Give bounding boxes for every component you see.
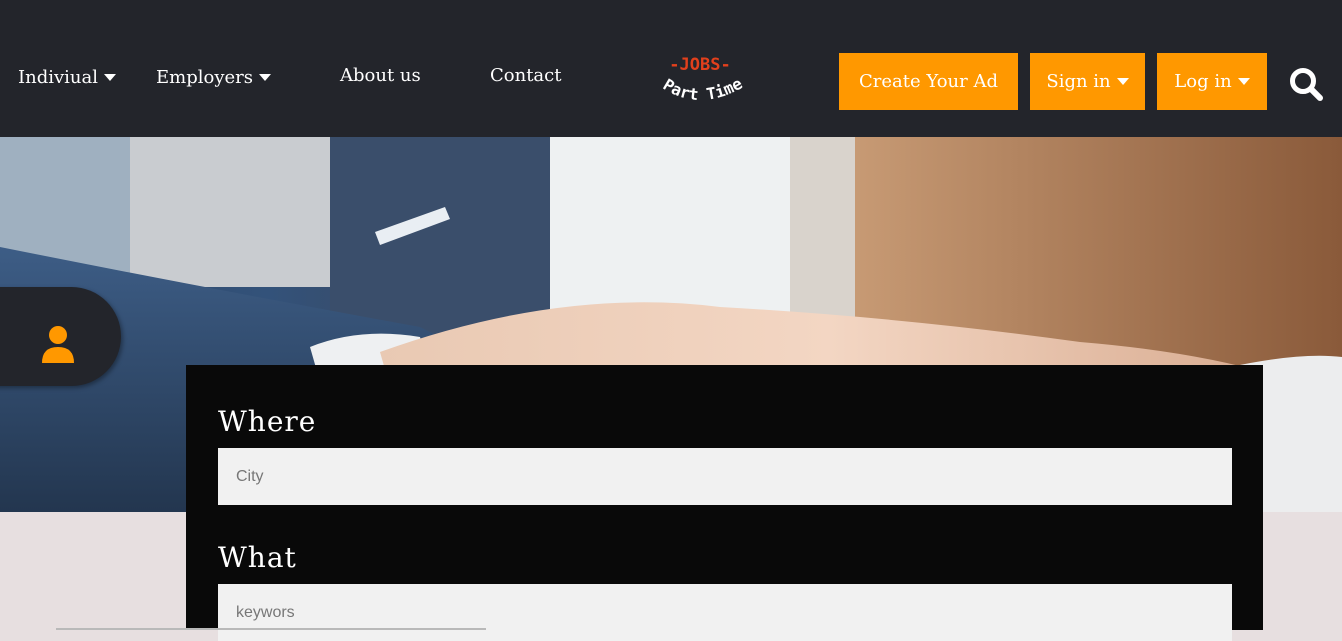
caret-down-icon — [1116, 78, 1129, 85]
city-input[interactable] — [218, 448, 1232, 505]
logo-bottom-text: Part Time — [660, 74, 746, 104]
top-navbar: Indiviual Employers About us Contact -JO… — [0, 0, 1342, 137]
nav-employers-dropdown[interactable]: Employers — [156, 67, 271, 88]
nav-contact-link[interactable]: Contact — [490, 65, 561, 86]
sign-in-label: Sign in — [1046, 71, 1111, 92]
user-icon — [42, 326, 74, 363]
logo-graphic: -JOBS- Part Time — [660, 55, 746, 104]
logo-top-text: -JOBS- — [669, 55, 730, 75]
where-label: Where — [218, 405, 317, 438]
log-in-label: Log in — [1174, 71, 1232, 92]
caret-down-icon — [104, 74, 116, 81]
keywords-input[interactable] — [218, 584, 1232, 641]
sign-in-dropdown-button[interactable]: Sign in — [1030, 53, 1145, 110]
nav-employers-label: Employers — [156, 67, 253, 88]
logo-bottom-textpath: Part Time — [660, 74, 746, 104]
create-ad-label: Create Your Ad — [859, 71, 998, 92]
nav-individual-label: Indiviual — [18, 67, 98, 88]
caret-down-icon — [259, 74, 271, 81]
caret-down-icon — [1237, 78, 1250, 85]
search-icon — [1290, 68, 1323, 101]
nav-about-link[interactable]: About us — [340, 65, 421, 86]
search-button[interactable] — [1287, 66, 1325, 104]
what-label: What — [218, 541, 297, 574]
nav-individual-dropdown[interactable]: Indiviual — [18, 67, 116, 88]
site-logo[interactable]: -JOBS- Part Time — [640, 50, 760, 112]
create-ad-button[interactable]: Create Your Ad — [839, 53, 1018, 110]
job-search-panel: Where What — [186, 365, 1263, 641]
log-in-dropdown-button[interactable]: Log in — [1157, 53, 1267, 110]
profile-side-tab[interactable] — [0, 287, 121, 386]
